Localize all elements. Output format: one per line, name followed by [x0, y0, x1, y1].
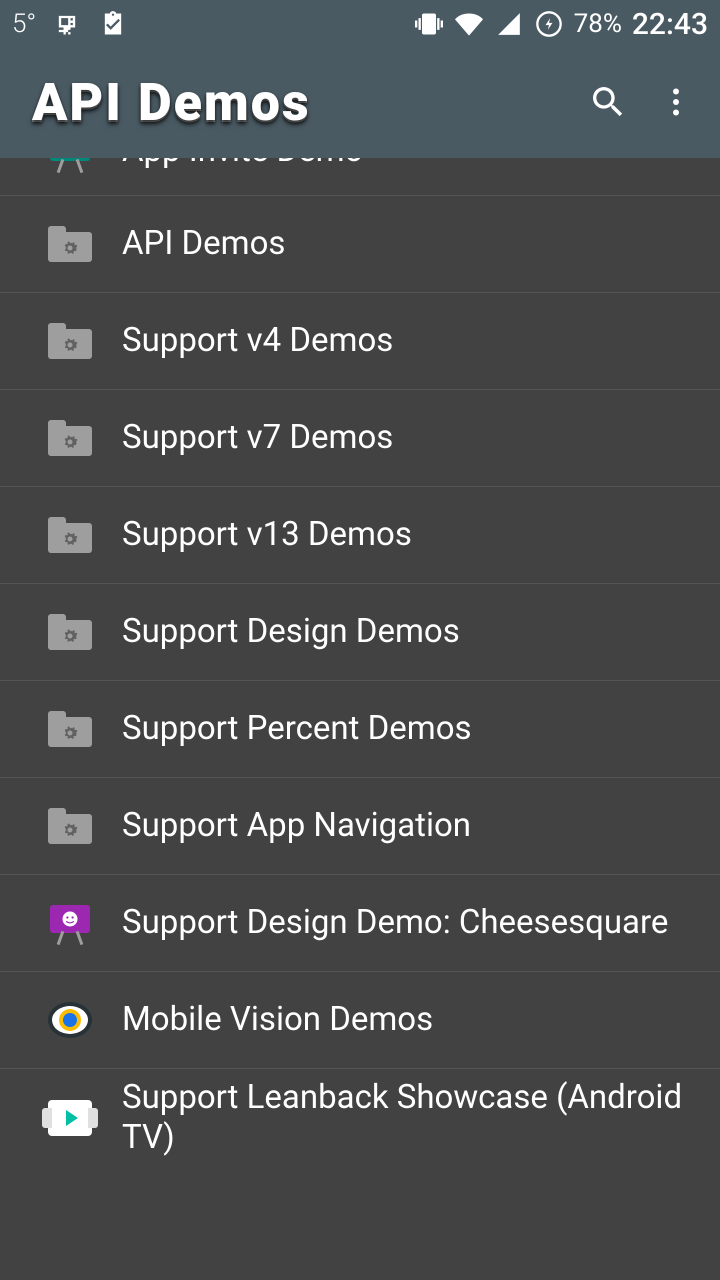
list-item[interactable]: Support App Navigation: [0, 778, 720, 875]
list-item-label: API Demos: [122, 224, 285, 264]
battery-percent: 78%: [574, 9, 622, 39]
list-item[interactable]: Support v13 Demos: [0, 487, 720, 584]
list-item-label: Support v7 Demos: [122, 418, 393, 458]
folder-gear-icon: [48, 222, 92, 266]
wifi-icon: [454, 9, 484, 39]
clipboard-icon: [98, 9, 128, 39]
clock: 22:43: [632, 7, 708, 42]
app-bar: API Demos: [0, 48, 720, 158]
battery-charging-icon: [534, 9, 564, 39]
folder-gear-icon: [48, 610, 92, 654]
page-title: API Demos: [32, 73, 564, 134]
status-bar: 5° 78% 22:43: [0, 0, 720, 48]
list-item[interactable]: Support Design Demo: Cheesesquare: [0, 875, 720, 972]
status-right: 78% 22:43: [414, 7, 708, 42]
board-green-icon: [48, 158, 92, 173]
list-item-label: Support v4 Demos: [122, 321, 393, 361]
folder-gear-icon: [48, 707, 92, 751]
app-list[interactable]: App Invite Demo API Demos Support v4 Dem…: [0, 158, 720, 1280]
folder-gear-icon: [48, 319, 92, 363]
list-item[interactable]: App Invite Demo: [0, 158, 720, 196]
temperature-indicator: 5°: [12, 9, 36, 39]
overflow-menu-button[interactable]: [652, 79, 700, 127]
status-left: 5°: [12, 9, 128, 39]
list-item[interactable]: Support Leanback Showcase (Android TV): [0, 1069, 720, 1166]
cellular-signal-icon: [494, 9, 524, 39]
list-item[interactable]: Support v4 Demos: [0, 293, 720, 390]
list-item-label: Support Percent Demos: [122, 709, 472, 749]
folder-gear-icon: [48, 804, 92, 848]
list-item-label: Support v13 Demos: [122, 515, 412, 555]
search-button[interactable]: [584, 79, 632, 127]
search-icon: [588, 82, 628, 125]
list-item-label: Support Design Demo: Cheesesquare: [122, 903, 668, 943]
list-item[interactable]: API Demos: [0, 196, 720, 293]
easel-smiley-icon: [48, 901, 92, 945]
list-item[interactable]: Support Design Demos: [0, 584, 720, 681]
list-item-label: Support Leanback Showcase (Android TV): [122, 1078, 702, 1157]
list-item-label: Support Design Demos: [122, 612, 460, 652]
list-item[interactable]: Support v7 Demos: [0, 390, 720, 487]
tv-icon: [48, 1096, 92, 1140]
list-item[interactable]: Mobile Vision Demos: [0, 972, 720, 1069]
list-item-label: App Invite Demo: [122, 158, 363, 170]
list-item-label: Mobile Vision Demos: [122, 1000, 433, 1040]
list-item[interactable]: Support Percent Demos: [0, 681, 720, 778]
folder-gear-icon: [48, 416, 92, 460]
more-vert-icon: [658, 84, 694, 123]
list-item-label: Support App Navigation: [122, 806, 471, 846]
folder-gear-icon: [48, 513, 92, 557]
vibrate-icon: [414, 9, 444, 39]
vision-eye-icon: [48, 998, 92, 1042]
usb-debug-icon: [52, 9, 82, 39]
